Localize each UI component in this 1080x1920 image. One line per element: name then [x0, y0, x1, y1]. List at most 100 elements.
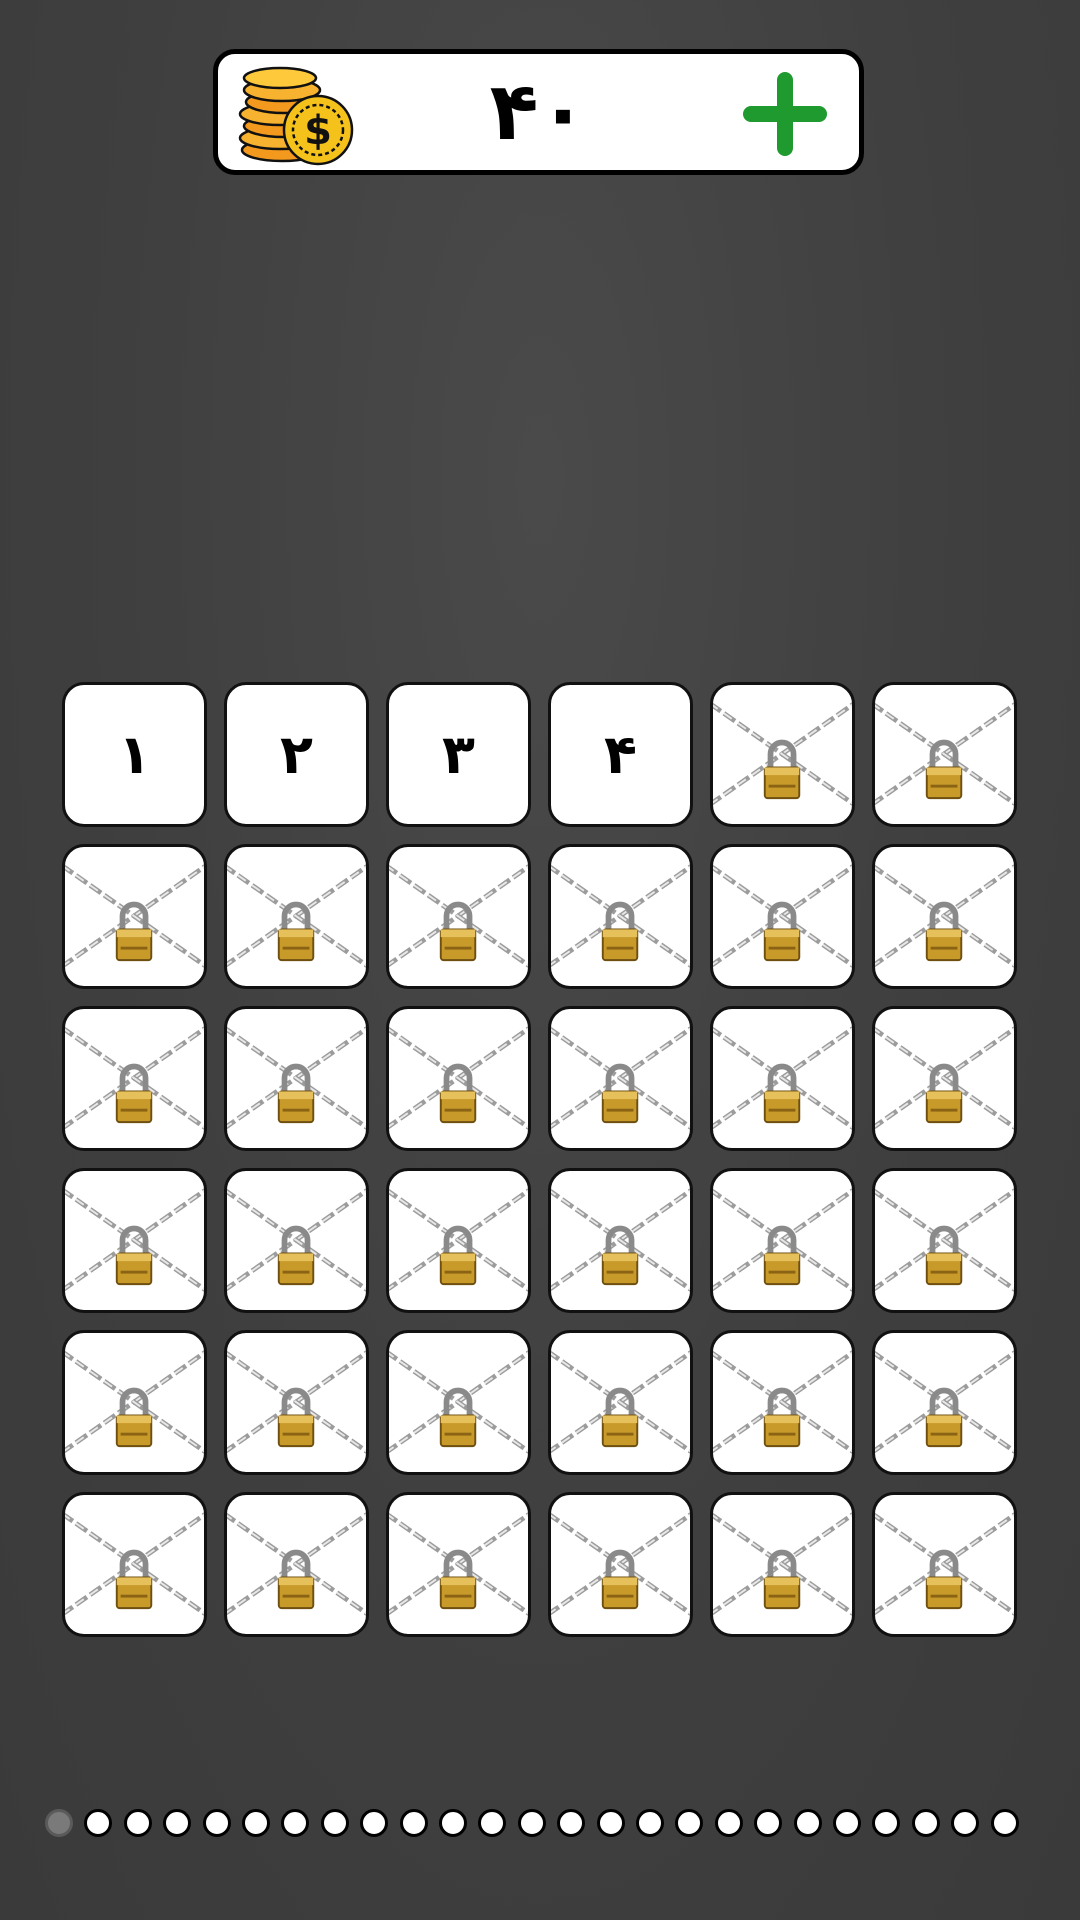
level-tile-locked[interactable] — [872, 1006, 1017, 1151]
chained-padlock-icon — [227, 1024, 366, 1132]
level-tile-locked[interactable] — [872, 1168, 1017, 1313]
level-number: ۳ — [442, 723, 475, 786]
page-dot[interactable] — [557, 1809, 586, 1837]
chained-padlock-icon — [875, 862, 1014, 970]
page-dot[interactable] — [951, 1809, 980, 1837]
chained-padlock-icon — [227, 862, 366, 970]
level-tile-locked[interactable] — [224, 844, 369, 989]
level-number: ۴ — [604, 723, 637, 786]
chained-padlock-icon — [65, 1510, 204, 1618]
page-dot[interactable] — [45, 1809, 73, 1837]
level-tile-locked[interactable] — [224, 1330, 369, 1475]
page-dot[interactable] — [517, 1809, 546, 1837]
level-tile-locked[interactable] — [872, 1492, 1017, 1637]
chained-padlock-icon — [713, 862, 852, 970]
page-dot[interactable] — [281, 1809, 310, 1837]
page-dot[interactable] — [911, 1809, 940, 1837]
level-tile[interactable]: ۴ — [548, 682, 693, 827]
chained-padlock-icon — [713, 1024, 852, 1132]
page-dot[interactable] — [872, 1809, 901, 1837]
page-dot[interactable] — [360, 1809, 389, 1837]
level-tile-locked[interactable] — [386, 844, 531, 989]
page-dot[interactable] — [675, 1809, 704, 1837]
page-dot[interactable] — [439, 1809, 467, 1837]
level-tile-locked[interactable] — [386, 1168, 531, 1313]
coin-bar: $ ۴۰ — [213, 49, 864, 175]
chained-padlock-icon — [389, 1510, 528, 1618]
page-dot[interactable] — [123, 1809, 152, 1837]
level-tile-locked[interactable] — [224, 1006, 369, 1151]
level-tile-locked[interactable] — [386, 1006, 531, 1151]
page-dot[interactable] — [596, 1809, 625, 1837]
page-dot[interactable] — [636, 1809, 664, 1837]
chained-padlock-icon — [389, 862, 528, 970]
level-tile-locked[interactable] — [710, 1492, 855, 1637]
level-tile-locked[interactable] — [62, 1168, 207, 1313]
chained-padlock-icon — [389, 1348, 528, 1456]
page-dot[interactable] — [714, 1809, 743, 1837]
page-dot[interactable] — [990, 1809, 1019, 1837]
page-dot[interactable] — [399, 1809, 428, 1837]
level-tile-locked[interactable] — [710, 1330, 855, 1475]
chained-padlock-icon — [551, 862, 690, 970]
chained-padlock-icon — [713, 700, 852, 808]
chained-padlock-icon — [65, 1024, 204, 1132]
page-dot[interactable] — [202, 1809, 231, 1837]
page-dot[interactable] — [320, 1809, 349, 1837]
page-dot[interactable] — [478, 1809, 507, 1837]
chained-padlock-icon — [713, 1510, 852, 1618]
level-tile-locked[interactable] — [710, 844, 855, 989]
level-tile-locked[interactable] — [548, 1330, 693, 1475]
add-coins-button[interactable] — [741, 70, 829, 158]
chained-padlock-icon — [389, 1186, 528, 1294]
page-dot[interactable] — [754, 1809, 783, 1837]
level-tile-locked[interactable] — [386, 1330, 531, 1475]
chained-padlock-icon — [65, 1186, 204, 1294]
level-tile-locked[interactable] — [548, 1006, 693, 1151]
chained-padlock-icon — [875, 700, 1014, 808]
level-tile[interactable]: ۲ — [224, 682, 369, 827]
level-tile[interactable]: ۳ — [386, 682, 531, 827]
level-tile-locked[interactable] — [62, 844, 207, 989]
chained-padlock-icon — [713, 1186, 852, 1294]
page-dot[interactable] — [793, 1809, 822, 1837]
page-dot[interactable] — [833, 1809, 861, 1837]
chained-padlock-icon — [389, 1024, 528, 1132]
chained-padlock-icon — [551, 1186, 690, 1294]
chained-padlock-icon — [875, 1186, 1014, 1294]
level-tile-locked[interactable] — [710, 682, 855, 827]
level-tile-locked[interactable] — [872, 1330, 1017, 1475]
level-tile-locked[interactable] — [548, 1168, 693, 1313]
chained-padlock-icon — [551, 1024, 690, 1132]
page-dot[interactable] — [242, 1809, 270, 1837]
page-indicator — [45, 1809, 1045, 1839]
level-grid: ۱ ۲ ۳ ۴ — [62, 682, 1018, 1638]
level-tile-locked[interactable] — [872, 682, 1017, 827]
chained-padlock-icon — [227, 1186, 366, 1294]
level-tile-locked[interactable] — [62, 1006, 207, 1151]
chained-padlock-icon — [227, 1510, 366, 1618]
chained-padlock-icon — [875, 1510, 1014, 1618]
level-tile-locked[interactable] — [710, 1168, 855, 1313]
level-number: ۲ — [280, 723, 313, 786]
page-dot[interactable] — [163, 1809, 192, 1837]
level-tile-locked[interactable] — [386, 1492, 531, 1637]
level-tile-locked[interactable] — [224, 1168, 369, 1313]
chained-padlock-icon — [875, 1348, 1014, 1456]
chained-padlock-icon — [227, 1348, 366, 1456]
level-tile-locked[interactable] — [710, 1006, 855, 1151]
level-tile-locked[interactable] — [62, 1492, 207, 1637]
chained-padlock-icon — [713, 1348, 852, 1456]
level-tile-locked[interactable] — [872, 844, 1017, 989]
chained-padlock-icon — [551, 1348, 690, 1456]
level-tile-locked[interactable] — [548, 844, 693, 989]
chained-padlock-icon — [875, 1024, 1014, 1132]
level-tile-locked[interactable] — [62, 1330, 207, 1475]
level-tile-locked[interactable] — [224, 1492, 369, 1637]
level-tile[interactable]: ۱ — [62, 682, 207, 827]
chained-padlock-icon — [65, 862, 204, 970]
level-tile-locked[interactable] — [548, 1492, 693, 1637]
page-dot[interactable] — [84, 1809, 113, 1837]
chained-padlock-icon — [65, 1348, 204, 1456]
chained-padlock-icon — [551, 1510, 690, 1618]
